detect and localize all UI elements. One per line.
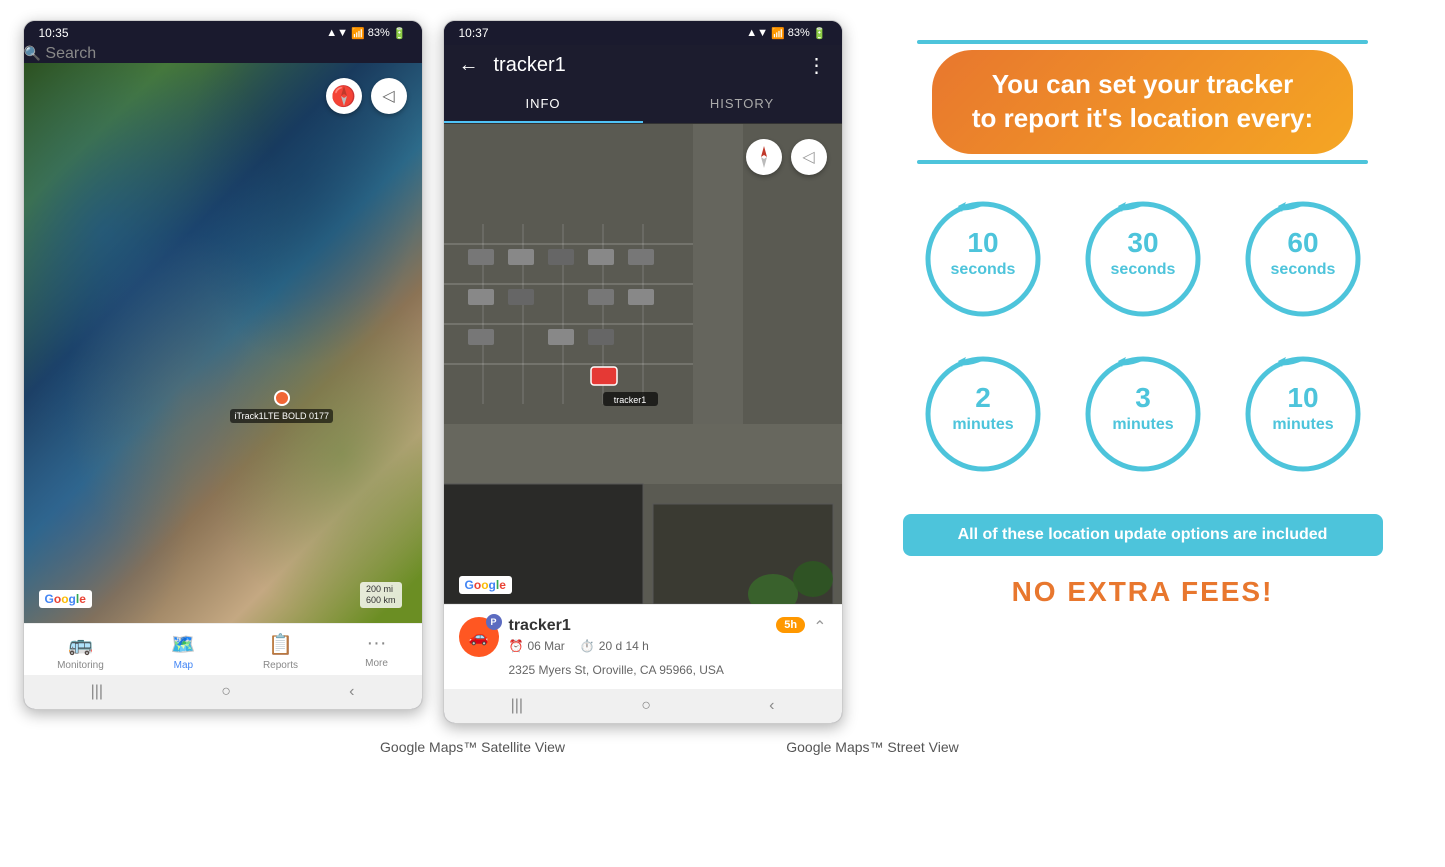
meta-date: ⏰ 06 Mar: [509, 639, 565, 653]
tab-history[interactable]: HISTORY: [643, 86, 842, 123]
gesture-back-icon-2[interactable]: ‹: [769, 697, 774, 715]
gesture-bar-1: ||| ○ ‹: [24, 675, 422, 709]
clock-icon: ⏱️: [580, 639, 595, 653]
sat-direction-icon: ◁: [802, 147, 814, 167]
nav-monitoring[interactable]: 🚌 Monitoring: [57, 632, 104, 671]
captions-row: Google Maps™ Satellite View Google Maps™…: [273, 739, 1173, 757]
circle-30-seconds: 30 seconds: [1078, 194, 1208, 324]
info-panel: You can set your tracker to report it's …: [863, 20, 1423, 638]
phone2-screen: 10:37 ▲▼ 📶 83% 🔋 ← tracker1 ⋮ INFO HISTO…: [443, 20, 843, 724]
map-icon: 🗺️: [171, 632, 196, 657]
parking-badge: P: [486, 614, 502, 630]
bottom-nav: 🚌 Monitoring 🗺️ Map 📋 Reports ··· More: [24, 623, 422, 675]
scroll-up-icon[interactable]: ⌃: [813, 617, 826, 637]
gesture-menu-icon-2[interactable]: |||: [511, 697, 523, 715]
svg-text:minutes: minutes: [1112, 416, 1173, 433]
svg-text:10: 10: [1287, 382, 1318, 413]
circle-10-minutes: 10 minutes: [1238, 349, 1368, 479]
more-options-button[interactable]: ⋮: [807, 53, 827, 78]
caption-phone1: Google Maps™ Satellite View: [380, 739, 565, 755]
svg-text:seconds: seconds: [950, 261, 1015, 278]
compass-button[interactable]: 🔴: [326, 78, 362, 114]
svg-text:10: 10: [967, 227, 998, 258]
status-bar-1: 10:35 ▲▼ 📶 83% 🔋: [24, 21, 422, 45]
nav-reports[interactable]: 📋 Reports: [263, 632, 298, 671]
tracker-header: ← tracker1 ⋮: [444, 45, 842, 86]
reports-icon: 📋: [268, 632, 293, 657]
tracker-name-display: tracker1: [509, 617, 649, 635]
gesture-menu-icon[interactable]: |||: [91, 683, 103, 701]
monitoring-icon: 🚌: [68, 632, 93, 657]
svg-text:seconds: seconds: [1270, 261, 1335, 278]
time-icon: ⏰: [509, 639, 524, 653]
tracker-info-panel: 🚗 P tracker1 ⏰ 06 Mar ⏱️ 20 d 1: [444, 604, 842, 689]
tracker-avatar: 🚗 P: [459, 617, 499, 657]
svg-text:3: 3: [1135, 382, 1151, 413]
back-button[interactable]: ←: [459, 54, 479, 77]
meta-duration: ⏱️ 20 d 14 h: [580, 639, 649, 653]
tracker-info-left: 🚗 P tracker1 ⏰ 06 Mar ⏱️ 20 d 1: [459, 617, 649, 657]
time-1: 10:35: [39, 26, 69, 40]
circle-3-minutes: 3 minutes: [1078, 349, 1208, 479]
satellite-view-area[interactable]: tracker1 ◁ Goog: [444, 124, 842, 604]
nav-monitoring-label: Monitoring: [57, 660, 104, 671]
tab-info[interactable]: INFO: [444, 86, 643, 123]
status-bar-2: 10:37 ▲▼ 📶 83% 🔋: [444, 21, 842, 45]
sat-compass[interactable]: [746, 139, 782, 175]
sat-direction-button[interactable]: ◁: [791, 139, 827, 175]
svg-text:60: 60: [1287, 227, 1318, 258]
circle-60-seconds: 60 seconds: [1238, 194, 1368, 324]
no-extra-fees: NO EXTRA FEES!: [1012, 576, 1274, 608]
nav-reports-label: Reports: [263, 660, 298, 671]
caption-phone2: Google Maps™ Street View: [786, 739, 959, 755]
nav-map[interactable]: 🗺️ Map: [171, 632, 196, 671]
map-area-satellite[interactable]: 🔴 ◁ iTrack1LTE BOLD 0177 G: [24, 63, 422, 623]
gesture-back-icon[interactable]: ‹: [349, 683, 354, 701]
nav-more-label: More: [365, 658, 388, 669]
tracker-label: iTrack1LTE BOLD 0177: [230, 409, 333, 423]
phone1-screen: 10:35 ▲▼ 📶 83% 🔋 🔍 Search 🔴: [23, 20, 423, 710]
google-logo: Google: [39, 590, 92, 608]
svg-text:minutes: minutes: [952, 416, 1013, 433]
svg-text:30: 30: [1127, 227, 1158, 258]
time-2: 10:37: [459, 26, 489, 40]
google-sat-logo: Google: [459, 576, 512, 594]
tracker-pin: iTrack1LTE BOLD 0177: [230, 390, 333, 423]
scale-bar: 200 mi 600 km: [360, 582, 402, 608]
svg-text:minutes: minutes: [1272, 416, 1333, 433]
parking-lot-map: tracker1 ◁ Goog: [444, 124, 842, 604]
svg-text:seconds: seconds: [1110, 261, 1175, 278]
circle-10-seconds: 10 seconds: [918, 194, 1048, 324]
search-placeholder: Search: [45, 45, 96, 62]
no-fee-banner: All of these location update options are…: [903, 514, 1383, 556]
time-badge: 5h: [776, 617, 805, 633]
signal-icons-1: ▲▼ 📶 83% 🔋: [326, 27, 406, 40]
direction-button[interactable]: ◁: [371, 78, 407, 114]
gesture-home-icon[interactable]: ○: [221, 683, 231, 701]
direction-icon: ◁: [382, 86, 394, 106]
circles-grid: 10 seconds 30 seconds: [918, 194, 1368, 479]
tracker-title: tracker1: [494, 54, 792, 77]
no-fee-text: All of these location update options are…: [958, 526, 1328, 543]
circle-2-minutes: 2 minutes: [918, 349, 1048, 479]
signal-icons-2: ▲▼ 📶 83% 🔋: [746, 27, 826, 40]
nav-map-label: Map: [174, 660, 193, 671]
gesture-home-icon-2[interactable]: ○: [641, 697, 651, 715]
search-bar[interactable]: 🔍 Search: [24, 45, 422, 63]
more-icon: ···: [367, 632, 387, 655]
tracker-meta: ⏰ 06 Mar ⏱️ 20 d 14 h: [509, 639, 649, 653]
search-icon: 🔍: [24, 45, 41, 61]
tracker-marker: [274, 390, 290, 406]
svg-text:2: 2: [975, 382, 991, 413]
gesture-bar-2: ||| ○ ‹: [444, 689, 842, 723]
info-title: You can set your tracker to report it's …: [932, 50, 1353, 154]
address-text: 2325 Myers St, Oroville, CA 95966, USA: [459, 663, 827, 677]
svg-text:tracker1: tracker1: [613, 395, 646, 405]
tab-bar: INFO HISTORY: [444, 86, 842, 124]
nav-more[interactable]: ··· More: [365, 632, 388, 671]
